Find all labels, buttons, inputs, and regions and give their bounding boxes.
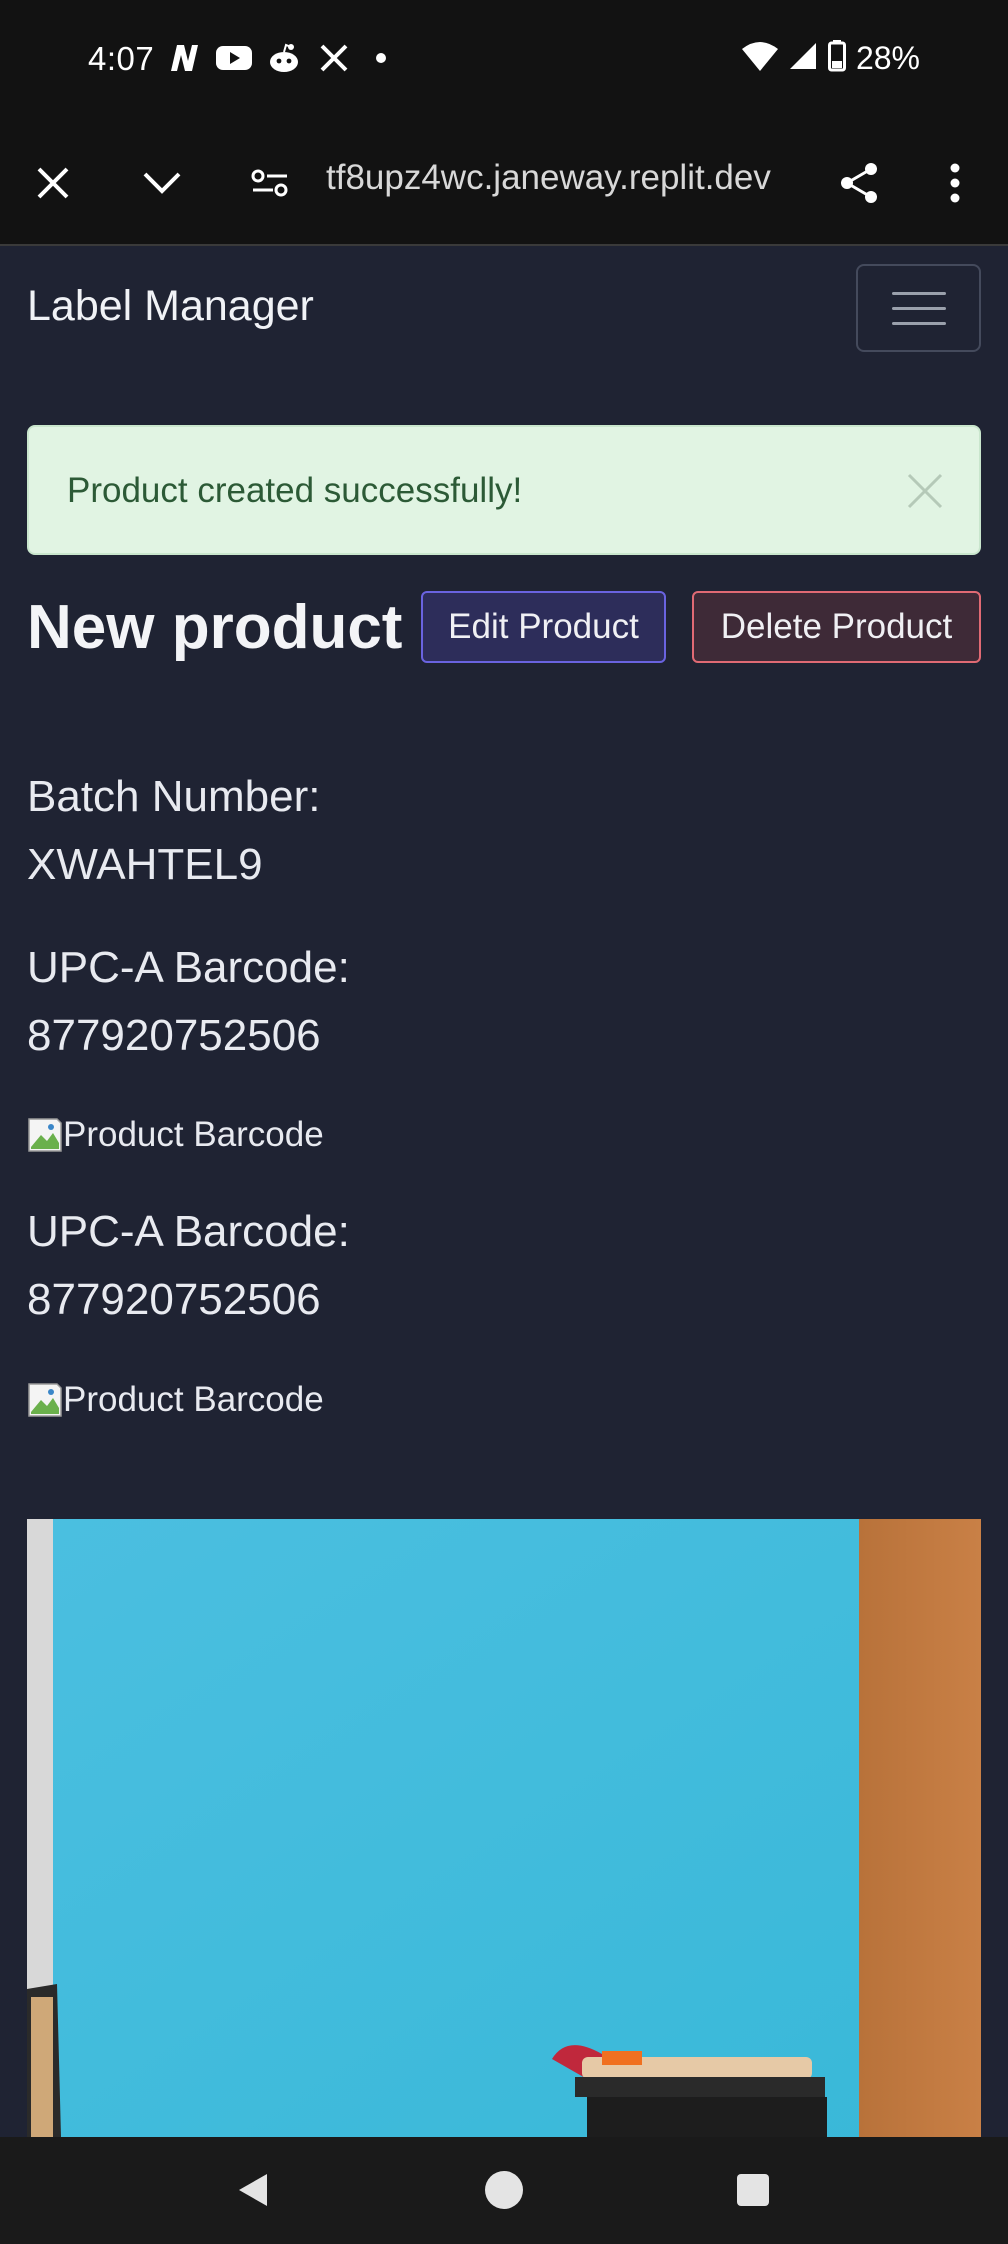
barcode-image-2: Product Barcode <box>27 1380 324 1420</box>
n-app-icon <box>166 40 202 76</box>
product-photo-image <box>27 1519 981 2137</box>
status-bar: 4:07 28% <box>0 0 1008 120</box>
close-icon <box>907 473 943 509</box>
barcode-image-1: Product Barcode <box>27 1115 324 1155</box>
home-button[interactable] <box>479 2165 529 2215</box>
upc-barcode-1: UPC-A Barcode: 877920752506 <box>27 934 350 1070</box>
battery-icon <box>827 40 846 77</box>
hamburger-icon-line <box>891 321 946 325</box>
share-button[interactable] <box>824 148 894 218</box>
system-status: 28% <box>741 40 920 77</box>
recents-button[interactable] <box>728 2165 778 2215</box>
upc-label: UPC-A Barcode: <box>27 943 350 992</box>
barcode-alt-text: Product Barcode <box>63 1115 324 1154</box>
back-icon <box>239 2174 267 2206</box>
batch-number: Batch Number: XWAHTEL9 <box>27 763 320 899</box>
browser-toolbar: tf8upz4wc.janeway.replit.dev <box>0 120 1008 246</box>
delete-product-button[interactable]: Delete Product <box>692 591 981 663</box>
url-field[interactable]: tf8upz4wc.janeway.replit.dev <box>326 158 806 198</box>
x-icon <box>316 40 352 76</box>
broken-image-icon <box>28 1383 62 1417</box>
back-button[interactable] <box>228 2165 278 2215</box>
minimize-tab-button[interactable] <box>127 148 197 218</box>
batch-number-label: Batch Number: <box>27 772 321 821</box>
alert-message: Product created successfully! <box>67 471 523 510</box>
site-settings-button[interactable] <box>235 148 305 218</box>
navbar-toggle-button[interactable] <box>856 264 981 352</box>
battery-percentage: 28% <box>855 40 920 76</box>
reddit-icon <box>266 40 302 76</box>
product-photo <box>27 1519 981 2137</box>
more-notifications-dot <box>376 53 386 63</box>
batch-number-value: XWAHTEL9 <box>27 840 263 889</box>
share-icon <box>841 163 877 203</box>
upc-label: UPC-A Barcode: <box>27 1207 350 1256</box>
navbar-brand[interactable]: Label Manager <box>27 282 314 331</box>
upc-value: 877920752506 <box>27 1011 321 1060</box>
success-alert: Product created successfully! <box>27 425 981 555</box>
close-icon <box>37 167 69 199</box>
hamburger-icon-line <box>891 291 946 295</box>
close-tab-button[interactable] <box>18 148 88 218</box>
tune-icon <box>251 169 288 197</box>
chevron-down-icon <box>143 172 181 194</box>
home-icon <box>485 2171 523 2209</box>
edit-product-button[interactable]: Edit Product <box>421 591 666 663</box>
system-navigation-bar <box>0 2137 1008 2244</box>
barcode-alt-text: Product Barcode <box>63 1380 324 1419</box>
upc-barcode-2: UPC-A Barcode: 877920752506 <box>27 1198 350 1334</box>
broken-image-icon <box>28 1118 62 1152</box>
app-navbar: Label Manager <box>0 246 1008 370</box>
upc-value: 877920752506 <box>27 1275 321 1324</box>
wifi-icon <box>741 41 778 76</box>
more-vertical-icon <box>950 163 960 203</box>
notification-icons <box>166 40 386 76</box>
page-title: New product <box>27 593 403 662</box>
browser-menu-button[interactable] <box>920 148 990 218</box>
status-time: 4:07 <box>88 40 155 77</box>
recents-icon <box>737 2174 769 2206</box>
signal-icon <box>788 41 818 76</box>
hamburger-icon-line <box>891 306 946 310</box>
youtube-icon <box>216 40 252 76</box>
alert-close-button[interactable] <box>905 471 945 511</box>
